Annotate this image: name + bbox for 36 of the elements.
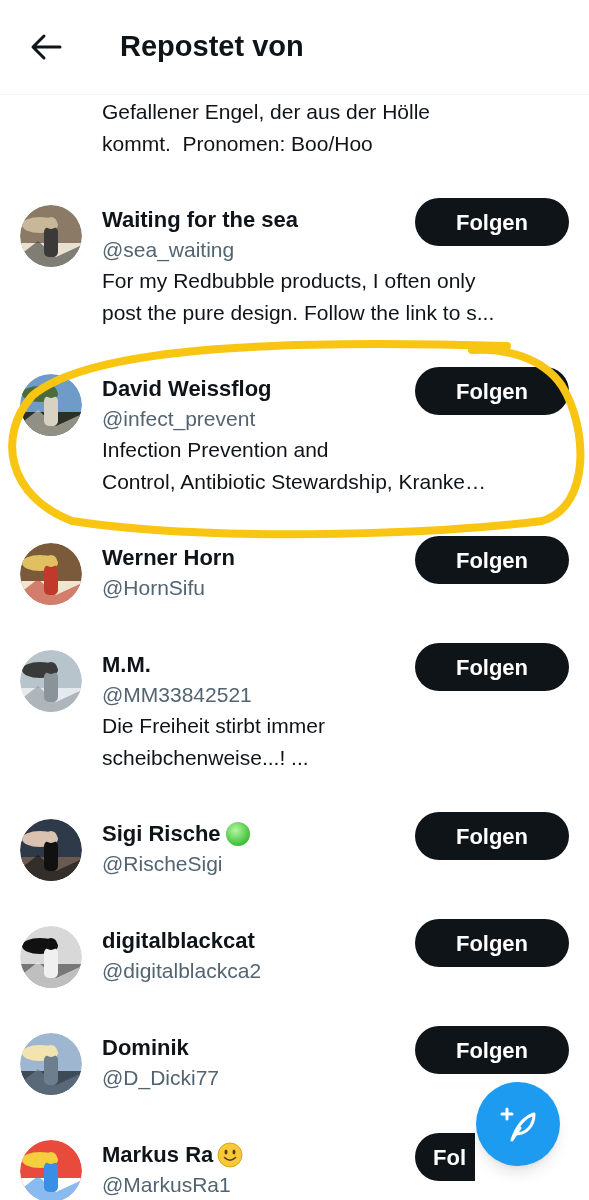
page-title: Repostet von [120, 29, 304, 65]
follow-button[interactable]: Folgen [415, 1026, 569, 1074]
user-name: Werner Horn [102, 544, 235, 572]
user-name: Markus Ra [102, 1141, 214, 1169]
emoji-circle-icon [224, 821, 251, 847]
follow-button[interactable]: Folgen [415, 812, 569, 860]
user-handle: @D_Dicki77 [102, 1065, 220, 1092]
user-name: Sigi Rische [102, 820, 221, 848]
user-handle: @infect_prevent [102, 406, 257, 433]
user-name: M.M. [102, 651, 151, 679]
bio-text: Die Freiheit stirbt immer [102, 713, 326, 739]
follow-button[interactable]: Folgen [415, 367, 569, 415]
user-handle: @digitalblackca2 [102, 958, 262, 984]
follow-button[interactable]: Folgen [415, 198, 569, 246]
user-handle: @sea_waiting [102, 237, 236, 264]
user-handle: @RischeSigi [102, 851, 224, 877]
bio-text: kommt. Pronomen: Boo/Hoo [102, 131, 374, 157]
bio-text: post the pure design. Follow the link to s... [102, 300, 496, 326]
bio-text: Infection Prevention and [102, 437, 330, 463]
back-arrow-icon[interactable] [30, 33, 62, 61]
smiley-icon [217, 1142, 244, 1168]
user-handle: @HornSifu [102, 575, 207, 601]
user-handle: @MarkusRa1 [102, 1172, 232, 1198]
bio-text: Gefallener Engel, der aus der Hölle [102, 99, 432, 125]
bio-text: Control, Antibiotic Stewardship, Kranke… [102, 469, 488, 495]
user-name: Waiting for the sea [102, 206, 298, 234]
follow-button[interactable]: Folgen [415, 536, 569, 584]
bio-text: For my Redbubble products, I often only [102, 268, 477, 294]
follow-button[interactable]: Folgen [415, 919, 569, 967]
user-handle: @MM33842521 [102, 682, 252, 708]
user-name: Dominik [102, 1034, 189, 1062]
user-name: digitalblackcat [102, 927, 255, 955]
user-name: David Weissflog [102, 375, 272, 403]
follow-button[interactable]: Fol [415, 1133, 475, 1181]
follow-button[interactable]: Folgen [415, 643, 569, 691]
bio-text: scheibchenweise...! ... [102, 745, 310, 771]
